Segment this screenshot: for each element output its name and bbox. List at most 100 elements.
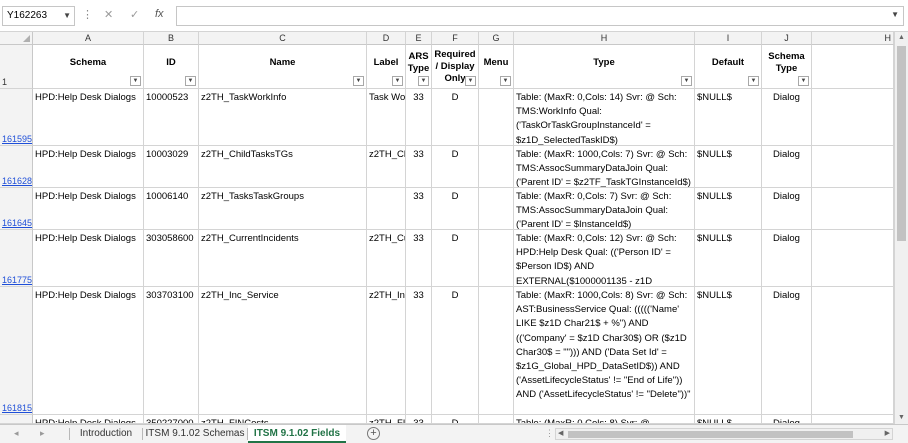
cell-label[interactable]: z2TH_FII	[367, 415, 406, 424]
row-header[interactable]: 161595	[0, 89, 33, 146]
cell-label[interactable]	[367, 188, 406, 230]
cell-ars[interactable]: 33	[406, 146, 432, 188]
scroll-up-icon[interactable]: ▲	[895, 32, 908, 44]
scroll-right-icon[interactable]: ▶	[885, 429, 890, 439]
cell-schema[interactable]: HPD:Help Desk Dialogs	[33, 89, 144, 146]
cell-req[interactable]: D	[432, 146, 479, 188]
cell-label[interactable]: z2TH_Inc	[367, 287, 406, 415]
cell-name[interactable]: z2TH_ChildTasksTGs	[199, 146, 367, 188]
cell-stype[interactable]: Dialog	[762, 188, 812, 230]
add-sheet-icon[interactable]: +	[367, 427, 380, 440]
column-header-b[interactable]: B	[144, 32, 199, 45]
chevron-down-icon[interactable]: ▼	[63, 7, 71, 25]
cell-ars[interactable]: 33	[406, 188, 432, 230]
scroll-down-icon[interactable]: ▼	[895, 412, 908, 424]
cell-label[interactable]: z2TH_Cu	[367, 230, 406, 287]
row-header[interactable]	[0, 415, 33, 424]
row-header[interactable]: 161628	[0, 146, 33, 188]
cell-req[interactable]: D	[432, 415, 479, 424]
column-header-g[interactable]: G	[479, 32, 514, 45]
filter-icon[interactable]: ▼	[185, 76, 196, 86]
filter-icon[interactable]: ▼	[748, 76, 759, 86]
cell-req[interactable]: D	[432, 188, 479, 230]
cell-ars[interactable]: 33	[406, 415, 432, 424]
cell-default[interactable]: $NULL$	[695, 188, 762, 230]
row-header[interactable]: 161775	[0, 230, 33, 287]
column-header-a[interactable]: A	[33, 32, 144, 45]
tab-prev-icon[interactable]: ◂	[14, 428, 19, 439]
vertical-scrollbar[interactable]: ▲ ▼	[894, 32, 908, 424]
tab-schemas[interactable]: ITSM 9.1.02 Schemas	[143, 425, 247, 443]
cell-menu[interactable]	[479, 415, 514, 424]
filter-icon[interactable]: ▼	[392, 76, 403, 86]
cell-req[interactable]: D	[432, 89, 479, 146]
tab-fields[interactable]: ITSM 9.1.02 Fields	[248, 425, 346, 443]
enter-icon[interactable]: ✓	[130, 8, 139, 21]
cell-type[interactable]: Table: (MaxR: 1000,Cols: 8) Svr: @ Sch: …	[514, 287, 695, 415]
column-header-i[interactable]: I	[695, 32, 762, 45]
column-header-k[interactable]: H	[812, 32, 894, 45]
row-header[interactable]: 161815	[0, 287, 33, 415]
cell-stype[interactable]: Dialog	[762, 415, 812, 424]
cell-empty[interactable]	[812, 287, 894, 415]
cell-schema[interactable]: HPD:Help Desk Dialogs	[33, 415, 144, 424]
cell-req[interactable]: D	[432, 230, 479, 287]
tab-next-icon[interactable]: ▸	[40, 428, 45, 439]
insert-function-icon[interactable]: fx	[155, 8, 164, 20]
column-header-d[interactable]: D	[367, 32, 406, 45]
cell-label[interactable]: Task Wo	[367, 89, 406, 146]
filter-icon[interactable]: ▼	[353, 76, 364, 86]
filter-icon[interactable]: ▼	[130, 76, 141, 86]
cell-default[interactable]: $NULL$	[695, 146, 762, 188]
cell-ars[interactable]: 33	[406, 230, 432, 287]
filter-icon[interactable]: ▼	[465, 76, 476, 86]
filter-icon[interactable]: ▼	[500, 76, 511, 86]
scroll-thumb[interactable]	[568, 431, 853, 438]
scroll-thumb[interactable]	[897, 46, 906, 241]
cell-schema[interactable]: HPD:Help Desk Dialogs	[33, 230, 144, 287]
cell-menu[interactable]	[479, 230, 514, 287]
cell-default[interactable]: $NULL$	[695, 89, 762, 146]
cell-ars[interactable]: 33	[406, 89, 432, 146]
name-box[interactable]: Y162263 ▼	[2, 6, 75, 26]
cell-empty[interactable]	[812, 188, 894, 230]
column-header-h[interactable]: H	[514, 32, 695, 45]
cell-type[interactable]: Table: (MaxR: 0,Cols: 12) Svr: @ Sch: HP…	[514, 230, 695, 287]
cell-menu[interactable]	[479, 146, 514, 188]
cell-id[interactable]: 10003029	[144, 146, 199, 188]
cancel-icon[interactable]: ✕	[104, 8, 113, 21]
cell-menu[interactable]	[479, 287, 514, 415]
scroll-left-icon[interactable]: ◀	[558, 429, 563, 439]
column-header-e[interactable]: E	[406, 32, 432, 45]
cell-empty[interactable]	[812, 415, 894, 424]
cell-id[interactable]: 303058600	[144, 230, 199, 287]
cell-id[interactable]: 10000523	[144, 89, 199, 146]
cell-type[interactable]: Table: (MaxR: 1000,Cols: 7) Svr: @ Sch: …	[514, 146, 695, 188]
cell-label[interactable]: z2TH_Ch	[367, 146, 406, 188]
cell-name[interactable]: z2TH_TasksTaskGroups	[199, 188, 367, 230]
cell-stype[interactable]: Dialog	[762, 287, 812, 415]
cell-default[interactable]: $NULL$	[695, 415, 762, 424]
cell-req[interactable]: D	[432, 287, 479, 415]
drag-handle-icon[interactable]: ⋮	[82, 8, 93, 21]
cell-name[interactable]: z2TH_CurrentIncidents	[199, 230, 367, 287]
cell-name[interactable]: z2TH_Inc_Service	[199, 287, 367, 415]
cell-type[interactable]: Table: (MaxR: 0,Cols: 14) Svr: @ Sch: TM…	[514, 89, 695, 146]
cell-menu[interactable]	[479, 188, 514, 230]
cell-id[interactable]: 303703100	[144, 287, 199, 415]
cell-type[interactable]: Table: (MaxR: 0,Cols: 8) Svr: @	[514, 415, 695, 424]
cell-schema[interactable]: HPD:Help Desk Dialogs	[33, 146, 144, 188]
column-header-c[interactable]: C	[199, 32, 367, 45]
filter-icon[interactable]: ▼	[418, 76, 429, 86]
row-header[interactable]: 1	[0, 45, 33, 89]
tab-introduction[interactable]: Introduction	[70, 425, 142, 443]
cell-name[interactable]: z2TH_TaskWorkInfo	[199, 89, 367, 146]
cell-name[interactable]: z2TH_FINCosts	[199, 415, 367, 424]
cell-default[interactable]: $NULL$	[695, 287, 762, 415]
cell-menu[interactable]	[479, 89, 514, 146]
cell-empty[interactable]	[812, 230, 894, 287]
cell-schema[interactable]: HPD:Help Desk Dialogs	[33, 188, 144, 230]
filter-active-icon[interactable]: ▼	[798, 76, 809, 86]
cell-default[interactable]: $NULL$	[695, 230, 762, 287]
column-header-j[interactable]: J	[762, 32, 812, 45]
